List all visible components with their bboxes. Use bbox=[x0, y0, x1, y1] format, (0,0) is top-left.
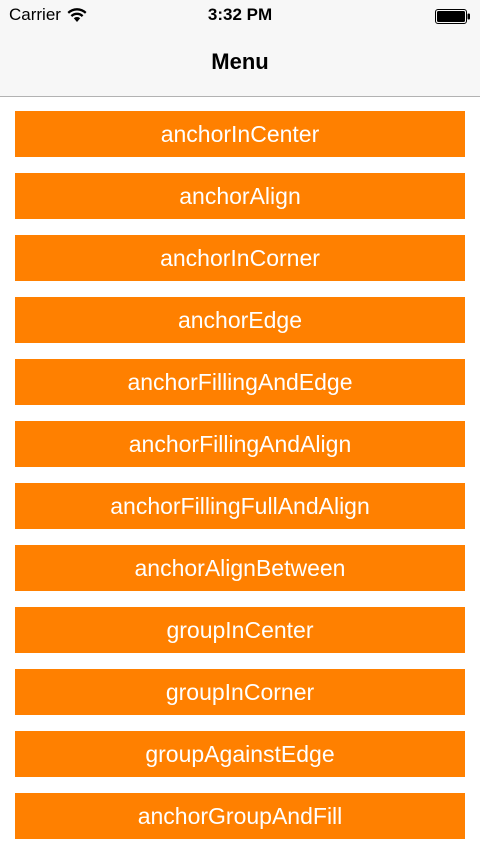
menu-button-group-in-corner[interactable]: groupInCorner bbox=[15, 669, 465, 715]
menu-button-anchor-filling-and-edge[interactable]: anchorFillingAndEdge bbox=[15, 359, 465, 405]
status-bar: Carrier 3:32 PM bbox=[0, 0, 480, 32]
menu-button-group-in-center[interactable]: groupInCenter bbox=[15, 607, 465, 653]
menu-list: anchorInCenter anchorAlign anchorInCorne… bbox=[15, 111, 465, 855]
menu-button-anchor-edge[interactable]: anchorEdge bbox=[15, 297, 465, 343]
menu-button-anchor-filling-and-align[interactable]: anchorFillingAndAlign bbox=[15, 421, 465, 467]
menu-button-group-against-edge[interactable]: groupAgainstEdge bbox=[15, 731, 465, 777]
menu-button-anchor-align[interactable]: anchorAlign bbox=[15, 173, 465, 219]
status-time: 3:32 PM bbox=[207, 5, 273, 24]
battery-icon bbox=[435, 9, 470, 24]
navigation-bar: Menu bbox=[0, 32, 480, 97]
menu-button-anchor-group-and-fill[interactable]: anchorGroupAndFill bbox=[15, 793, 465, 839]
page-title: Menu bbox=[211, 49, 269, 74]
menu-button-anchor-in-center[interactable]: anchorInCenter bbox=[15, 111, 465, 157]
menu-button-anchor-in-corner[interactable]: anchorInCorner bbox=[15, 235, 465, 281]
menu-button-anchor-filling-full-and-align[interactable]: anchorFillingFullAndAlign bbox=[15, 483, 465, 529]
menu-button-anchor-align-between[interactable]: anchorAlignBetween bbox=[15, 545, 465, 591]
